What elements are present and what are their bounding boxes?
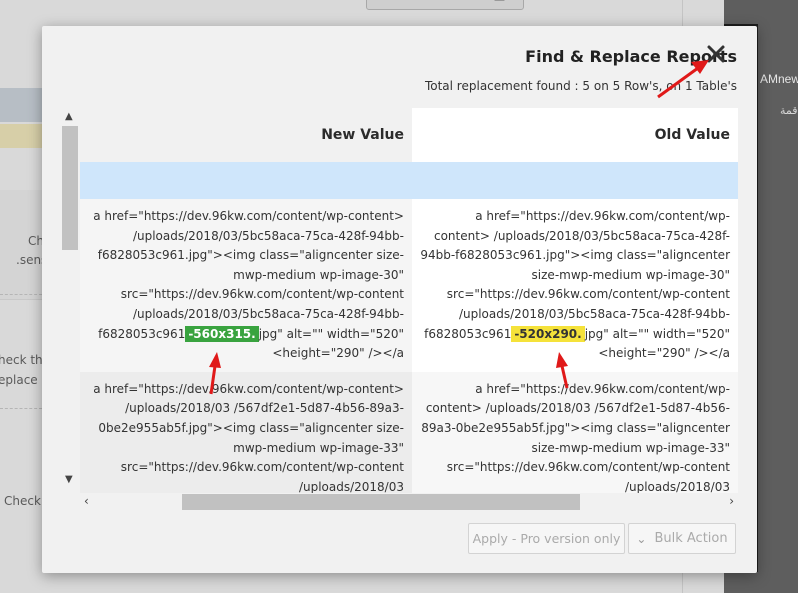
table-row: a href="https://dev.96kw.com/content/wp-… bbox=[80, 371, 738, 493]
scroll-left-icon[interactable]: ‹ bbox=[84, 494, 89, 508]
replacement-summary: Total replacement found : 5 on 5 Row's, … bbox=[424, 79, 737, 93]
cell-text: jpg" alt="" width="520" <height="290" />… bbox=[258, 326, 404, 361]
results-table: New Value Old Value a href="https://dev.… bbox=[80, 108, 738, 493]
old-value-highlight: -520x290. bbox=[511, 325, 585, 342]
find-replace-report-modal: Find & Replace Reports Total replacement… bbox=[42, 26, 757, 573]
new-value-highlight: -560x315. bbox=[185, 325, 259, 342]
bulk-action-dropdown[interactable]: ⌄ Bulk Action bbox=[628, 523, 736, 554]
new-value-cell: a href="https://dev.96kw.com/content/wp-… bbox=[80, 199, 412, 372]
close-button[interactable] bbox=[705, 43, 727, 65]
background-divider bbox=[0, 294, 42, 295]
background-text: AMnew bbox=[760, 72, 798, 86]
table-cell bbox=[80, 162, 412, 199]
apply-button-label: Apply - Pro version only bbox=[472, 531, 621, 546]
cell-text: a href="https://dev.96kw.com/content/wp-… bbox=[93, 209, 404, 341]
scroll-down-icon[interactable]: ▼ bbox=[65, 474, 73, 485]
cell-text: a href="https://dev.96kw.com/content/wp-… bbox=[420, 209, 730, 341]
background-text: Check bbox=[4, 494, 41, 508]
background-button: — bbox=[366, 0, 524, 10]
chevron-down-icon: ⌄ bbox=[636, 531, 647, 546]
background-text: قمة bbox=[780, 104, 798, 117]
table-row bbox=[80, 162, 738, 199]
table-row: a href="https://dev.96kw.com/content/wp-… bbox=[80, 199, 738, 372]
background-notice-blue bbox=[0, 88, 42, 122]
background-notice-yellow bbox=[0, 124, 42, 148]
horizontal-scrollbar[interactable]: ‹ › bbox=[80, 493, 738, 511]
background-text: eplace - bbox=[0, 373, 46, 387]
scroll-right-icon[interactable]: › bbox=[729, 494, 734, 508]
bulk-action-label: Bulk Action bbox=[654, 531, 728, 546]
new-value-cell: a href="https://dev.96kw.com/content/wp-… bbox=[80, 371, 412, 493]
old-value-cell: a href="https://dev.96kw.com/content/wp-… bbox=[412, 199, 738, 372]
apply-button[interactable]: Apply - Pro version only bbox=[468, 523, 625, 554]
vertical-scrollbar[interactable]: ▲ ▼ bbox=[61, 108, 79, 496]
column-header-old-value: Old Value bbox=[412, 108, 738, 162]
old-value-cell: a href="https://dev.96kw.com/content/wp-… bbox=[412, 371, 738, 493]
background-divider bbox=[0, 408, 42, 409]
close-icon bbox=[707, 45, 725, 63]
table-cell bbox=[412, 162, 738, 199]
column-header-new-value: New Value bbox=[80, 108, 412, 162]
vertical-scroll-thumb[interactable] bbox=[62, 126, 78, 250]
horizontal-scroll-thumb[interactable] bbox=[182, 494, 580, 510]
cell-text: jpg" alt="" width="520" <height="290" />… bbox=[584, 326, 730, 361]
scroll-up-icon[interactable]: ▲ bbox=[65, 111, 73, 122]
results-viewport: New Value Old Value a href="https://dev.… bbox=[80, 108, 738, 493]
results-table-frame: ▲ ▼ New Value Old Value a href="https://… bbox=[61, 108, 738, 514]
